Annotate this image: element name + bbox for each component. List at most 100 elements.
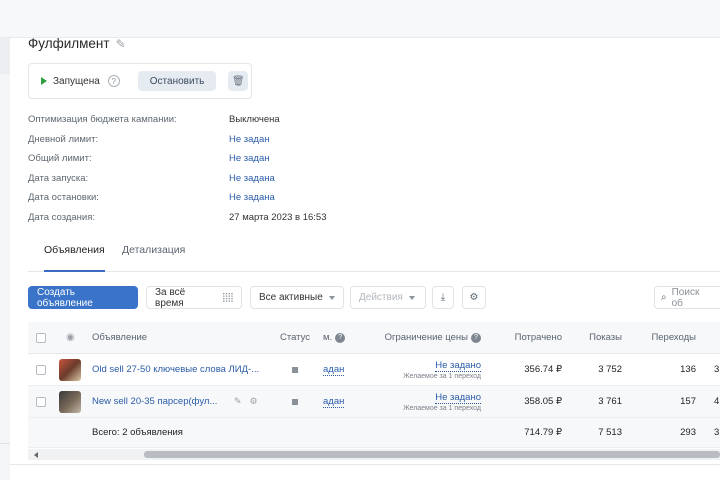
extra-cell: 4 bbox=[714, 396, 720, 407]
table-row[interactable]: New sell 20-35 парсер(фул... ✎ ⚙ адан Не… bbox=[28, 386, 720, 418]
ads-toolbar: Создать объявление За всё время ⣿⣿ Все а… bbox=[28, 286, 720, 310]
status-indicator bbox=[292, 398, 298, 405]
search-input[interactable]: ⌕ Поиск об bbox=[654, 286, 720, 309]
filter-label: Все активные bbox=[259, 292, 323, 303]
tab-details[interactable]: Детализация bbox=[122, 244, 185, 272]
model-link[interactable]: адан bbox=[323, 396, 345, 408]
impressions-header[interactable]: Показы bbox=[572, 322, 622, 353]
actions-select[interactable]: Действия bbox=[350, 286, 426, 309]
property-label: Дата остановки: bbox=[28, 192, 99, 204]
row-checkbox[interactable] bbox=[36, 396, 46, 407]
select-all-cell bbox=[36, 322, 46, 353]
settings-button[interactable]: ⚙ bbox=[462, 286, 486, 309]
model-header[interactable]: м. ? bbox=[323, 322, 346, 353]
campaign-title-row: Фулфилмент ✎ bbox=[28, 36, 126, 51]
sidebar-active-item[interactable] bbox=[0, 38, 10, 74]
help-icon[interactable]: ? bbox=[107, 75, 120, 87]
play-icon bbox=[41, 77, 47, 85]
edit-pencil-icon[interactable]: ✎ bbox=[234, 396, 242, 407]
table-total-row: Всего: 2 объявления 714.79 ₽ 7 513 293 3 bbox=[28, 418, 720, 448]
total-extra: 3 bbox=[714, 427, 720, 438]
property-row: Дата остановки: Не задана bbox=[28, 188, 327, 208]
sidebar-divider bbox=[0, 443, 10, 444]
status-header[interactable]: Статус bbox=[280, 322, 310, 353]
property-value: 27 марта 2023 в 16:53 bbox=[229, 211, 327, 223]
property-row: Дата запуска: Не задана bbox=[28, 169, 327, 189]
total-impressions: 7 513 bbox=[598, 427, 622, 438]
clicks-cell: 157 bbox=[680, 396, 696, 407]
ad-name-link[interactable]: New sell 20-35 парсер(фул... bbox=[92, 396, 217, 407]
price-limit-cell: Не задано Желаемое за 1 переход bbox=[368, 386, 481, 417]
status-cell bbox=[292, 386, 298, 417]
spent-cell: 356.74 ₽ bbox=[524, 364, 562, 375]
property-row: Дневной лимит: Не задан bbox=[28, 130, 327, 150]
period-label: За всё время bbox=[155, 286, 186, 309]
row-actions: ✎ ⚙ bbox=[234, 386, 258, 417]
clicks-header[interactable]: Переходы bbox=[638, 322, 696, 353]
price-limit-cell: Не задано Желаемое за 1 переход bbox=[368, 354, 481, 385]
impressions-cell: 3 761 bbox=[598, 396, 622, 407]
tab-ads[interactable]: Объявления bbox=[44, 244, 105, 272]
spent-header[interactable]: Потрачено bbox=[498, 322, 562, 353]
impressions-cell: 3 752 bbox=[598, 364, 622, 375]
status-cell bbox=[292, 354, 298, 385]
total-spent: 714.79 ₽ bbox=[524, 427, 562, 438]
property-label: Общий лимит: bbox=[28, 153, 92, 165]
help-icon[interactable]: ? bbox=[335, 332, 346, 343]
model-cell: адан bbox=[323, 354, 345, 385]
chevron-down-icon bbox=[408, 295, 415, 300]
select-all-checkbox[interactable] bbox=[36, 332, 46, 343]
download-icon: ⤓ bbox=[440, 292, 446, 303]
help-icon[interactable]: ? bbox=[471, 332, 481, 343]
delete-button[interactable]: 🗑 bbox=[228, 71, 249, 91]
create-ad-button[interactable]: Создать объявление bbox=[28, 286, 138, 309]
stop-button[interactable]: Остановить bbox=[137, 71, 217, 91]
ad-thumbnail-cell bbox=[59, 354, 81, 385]
calendar-grid-icon: ⣿⣿ bbox=[221, 292, 234, 302]
ad-name-cell: Old sell 27-50 ключевые слова ЛИД-... bbox=[92, 354, 259, 385]
left-sidebar bbox=[0, 38, 10, 480]
trash-icon: 🗑 bbox=[232, 75, 245, 87]
search-placeholder: Поиск об bbox=[671, 286, 700, 309]
total-limit-link[interactable]: Не задан bbox=[229, 153, 270, 164]
scroll-left-arrow-icon[interactable] bbox=[34, 452, 38, 458]
scrollbar-thumb[interactable] bbox=[144, 451, 720, 458]
row-checkbox-cell bbox=[36, 354, 46, 385]
model-header-label: м. bbox=[323, 332, 333, 343]
campaign-status-box: Запущена ? Остановить 🗑 bbox=[28, 63, 252, 99]
property-value: Выключена bbox=[229, 114, 280, 126]
price-limit-header[interactable]: Ограничение цены ? bbox=[368, 322, 481, 353]
ad-name-cell: New sell 20-35 парсер(фул... bbox=[92, 386, 217, 417]
table-header: ◉ Объявление Статус м. ? Ограничение цен… bbox=[28, 322, 720, 354]
status-indicator bbox=[292, 366, 298, 373]
table-row[interactable]: Old sell 27-50 ключевые слова ЛИД-... ад… bbox=[28, 354, 720, 386]
row-checkbox[interactable] bbox=[36, 364, 46, 375]
property-row: Оптимизация бюджета кампании: Выключена bbox=[28, 110, 327, 130]
ad-name-link[interactable]: Old sell 27-50 ключевые слова ЛИД-... bbox=[92, 364, 259, 375]
price-limit-link[interactable]: Не задано bbox=[435, 360, 481, 372]
model-link[interactable]: адан bbox=[323, 364, 345, 376]
property-label: Оптимизация бюджета кампании: bbox=[28, 114, 177, 126]
ad-thumbnail bbox=[59, 390, 81, 413]
gear-icon[interactable]: ⚙ bbox=[250, 396, 258, 407]
period-select[interactable]: За всё время ⣿⣿ bbox=[146, 286, 242, 309]
start-date-link[interactable]: Не задана bbox=[229, 173, 275, 184]
edit-pencil-icon[interactable]: ✎ bbox=[116, 37, 126, 51]
campaign-title: Фулфилмент bbox=[28, 36, 110, 51]
ad-header[interactable]: Объявление bbox=[92, 322, 147, 353]
download-button[interactable]: ⤓ bbox=[432, 286, 454, 309]
extra-cell: 3 bbox=[714, 364, 720, 375]
daily-limit-link[interactable]: Не задан bbox=[229, 134, 270, 145]
price-limit-subtext: Желаемое за 1 переход bbox=[403, 404, 481, 412]
model-cell: адан bbox=[323, 386, 345, 417]
total-clicks: 293 bbox=[680, 427, 696, 438]
property-row: Общий лимит: Не задан bbox=[28, 149, 327, 169]
eye-icon: ◉ bbox=[66, 332, 75, 343]
horizontal-scrollbar[interactable] bbox=[28, 449, 720, 460]
price-limit-link[interactable]: Не задано bbox=[435, 392, 481, 404]
actions-label: Действия bbox=[359, 292, 403, 303]
stop-date-link[interactable]: Не задана bbox=[229, 192, 275, 203]
ad-thumbnail-cell bbox=[59, 386, 81, 417]
filter-select[interactable]: Все активные bbox=[250, 286, 344, 309]
chevron-down-icon bbox=[328, 295, 335, 300]
